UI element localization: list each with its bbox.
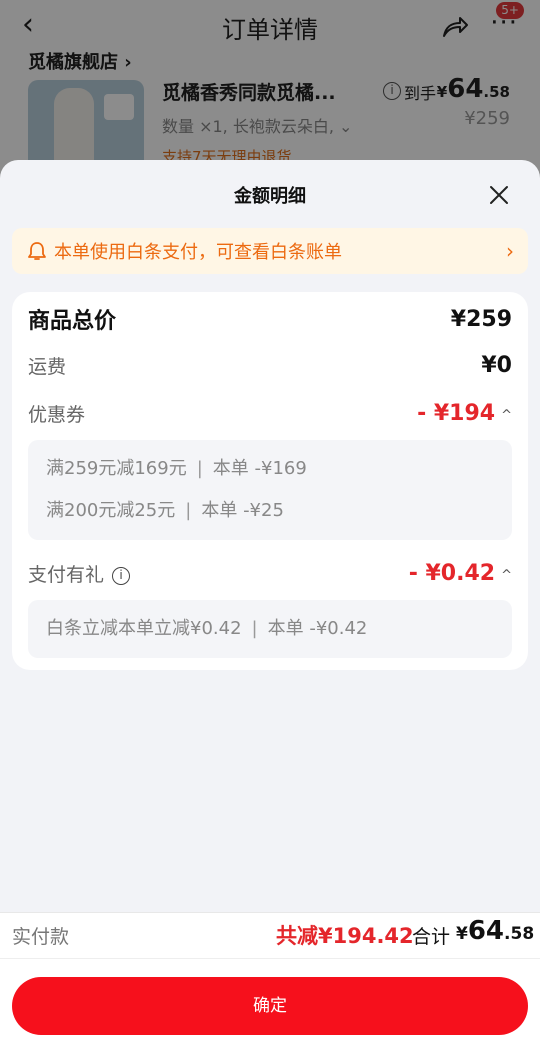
total-price: ¥64.58	[456, 916, 534, 946]
payment-gift-row[interactable]: 支付有礼 i - ¥0.42 ^	[28, 558, 512, 588]
footer-divider	[0, 912, 540, 913]
gift-detail-box: 白条立减本单立减¥0.42 | 本单 -¥0.42	[28, 600, 512, 658]
close-icon[interactable]	[488, 184, 510, 206]
shipping-label: 运费	[28, 355, 67, 378]
amount-card: 商品总价 ¥259 运费 ¥0 优惠券 - ¥194 ^ 满259元减169元 | 本…	[12, 292, 528, 670]
total-price-integer: 64	[467, 916, 505, 946]
caret-up-icon[interactable]: ^	[501, 408, 512, 423]
coupon-rule: 满259元减169元	[46, 458, 187, 479]
total-discount: 共减¥194.42	[276, 924, 414, 948]
amount-detail-sheet: 金额明细 本单使用白条支付，可查看白条账单 › 商品总价 ¥259 运费 ¥0 …	[0, 160, 540, 1052]
total-price-currency: ¥	[456, 924, 468, 944]
baitiao-notice[interactable]: 本单使用白条支付，可查看白条账单 ›	[12, 228, 528, 274]
coupon-separator: |	[196, 458, 203, 479]
confirm-button[interactable]: 确定	[12, 977, 528, 1035]
gift-separator: |	[251, 618, 258, 639]
sheet-title: 金额明细	[234, 186, 306, 207]
shipping-row: 运费 ¥0	[28, 350, 512, 380]
coupon-detail-box: 满259元减169元 | 本单 -¥169 满200元减25元 | 本单 -¥25	[28, 440, 512, 540]
goods-total-row: 商品总价 ¥259	[28, 304, 512, 335]
payment-footer: 实付款 共减¥194.42 合计 ¥64.58 确定	[0, 912, 540, 1052]
total-label: 合计	[412, 926, 451, 948]
coupon-row[interactable]: 优惠券 - ¥194 ^	[28, 398, 512, 428]
info-icon[interactable]: i	[112, 567, 131, 585]
total-price-decimal: .58	[504, 924, 535, 944]
chevron-right-icon: ›	[506, 239, 514, 263]
goods-total-label: 商品总价	[28, 309, 117, 334]
shipping-value: ¥0	[481, 352, 512, 378]
payment-gift-label: 支付有礼	[28, 563, 105, 586]
footer-divider	[0, 958, 540, 959]
payment-gift-value: - ¥0.42	[408, 560, 496, 586]
goods-total-value: ¥259	[450, 306, 512, 332]
coupon-amount: 本单 -¥169	[212, 458, 307, 479]
caret-up-icon[interactable]: ^	[501, 568, 512, 583]
pay-label: 实付款	[12, 926, 70, 948]
notice-text: 本单使用白条支付，可查看白条账单	[54, 242, 342, 263]
modal-overlay[interactable]	[0, 0, 540, 180]
bell-icon	[28, 242, 46, 260]
coupon-value: - ¥194	[417, 400, 496, 426]
gift-amount: 本单 -¥0.42	[267, 618, 368, 639]
gift-rule: 白条立减本单立减¥0.42	[46, 618, 242, 639]
coupon-separator: |	[185, 500, 192, 521]
coupon-amount: 本单 -¥25	[201, 500, 284, 521]
coupon-detail-line: 满200元减25元 | 本单 -¥25	[46, 490, 494, 532]
coupon-rule: 满200元减25元	[46, 500, 176, 521]
coupon-label: 优惠券	[28, 403, 86, 426]
coupon-detail-line: 满259元减169元 | 本单 -¥169	[46, 448, 494, 490]
gift-detail-line: 白条立减本单立减¥0.42 | 本单 -¥0.42	[46, 608, 494, 650]
